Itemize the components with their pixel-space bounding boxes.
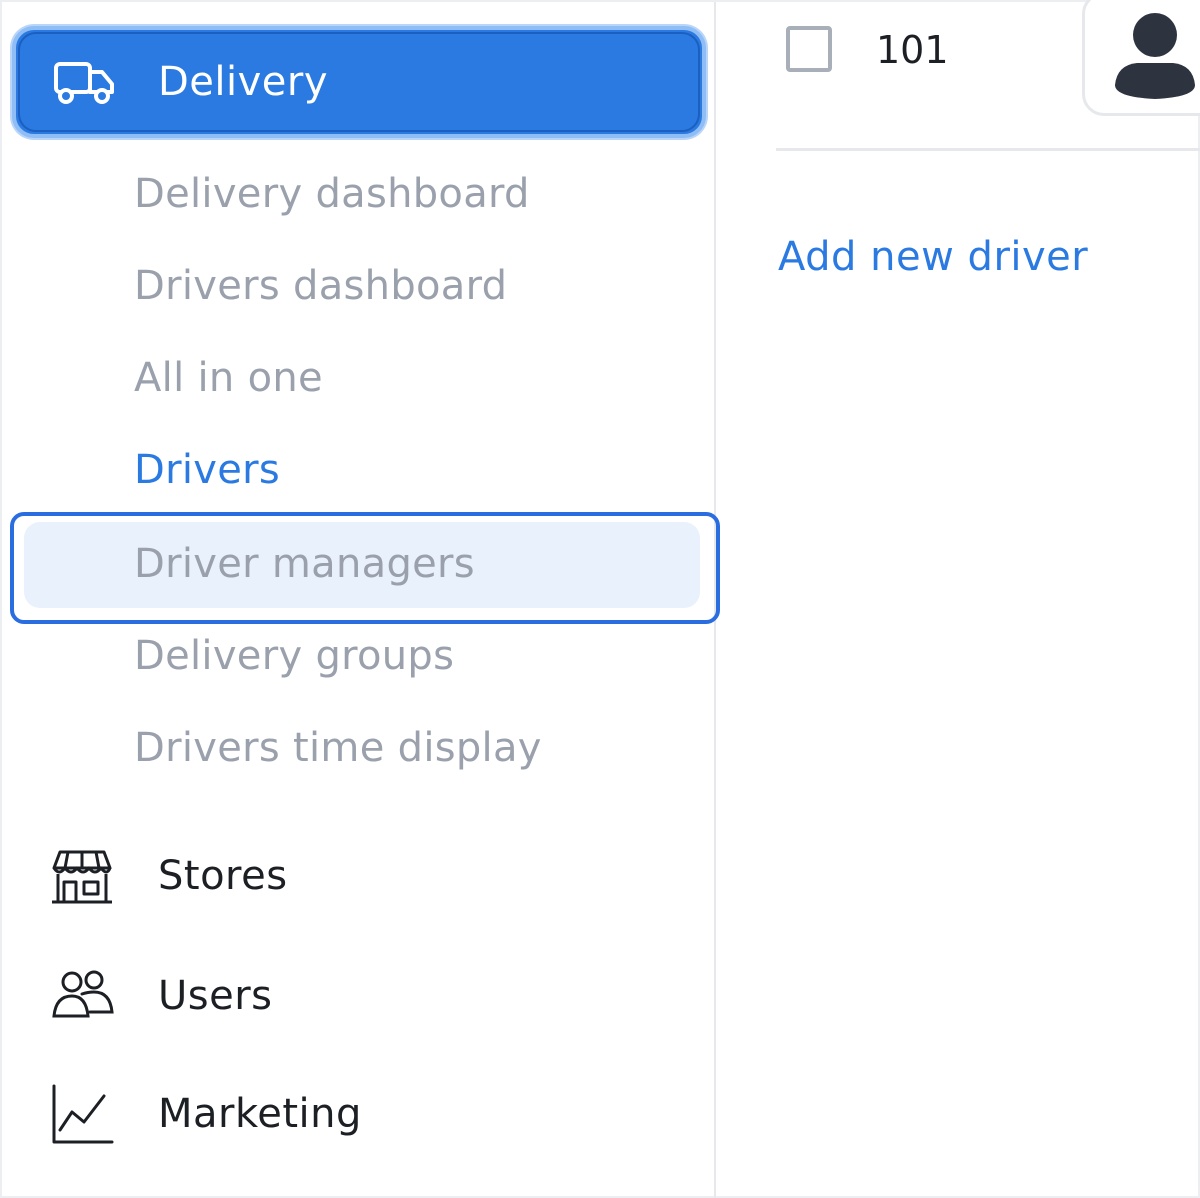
subnav-item-drivers-dashboard[interactable]: Drivers dashboard (134, 262, 507, 310)
sidebar-item-stores[interactable]: Stores (50, 844, 287, 908)
sidebar-item-users[interactable]: Users (50, 964, 272, 1028)
sidebar-item-delivery[interactable]: Delivery (12, 26, 706, 138)
chart-line-icon (52, 1084, 114, 1144)
divider (776, 148, 1200, 151)
subnav-item-delivery-groups[interactable]: Delivery groups (134, 632, 454, 680)
truck-icon (54, 62, 114, 104)
avatar[interactable] (1082, 0, 1200, 116)
user-avatar-icon (1115, 13, 1195, 99)
add-new-driver-link[interactable]: Add new driver (778, 234, 1088, 280)
subnav-item-drivers[interactable]: Drivers (134, 446, 280, 494)
sidebar-item-users-label: Users (158, 973, 273, 1019)
subnav-item-delivery-dashboard[interactable]: Delivery dashboard (134, 170, 530, 218)
subnav-item-driver-managers[interactable]: Driver managers (10, 512, 720, 624)
row-checkbox[interactable] (786, 26, 832, 72)
sidebar-item-delivery-label: Delivery (158, 59, 329, 105)
subnav-item-drivers-time-display[interactable]: Drivers time display (134, 724, 542, 772)
row-number: 101 (876, 28, 949, 72)
users-icon (52, 970, 114, 1018)
sidebar-item-marketing[interactable]: Marketing (50, 1082, 361, 1146)
page: Delivery Delivery dashboard Drivers dash… (0, 0, 1200, 1198)
store-icon (52, 850, 112, 904)
subnav-item-all-in-one[interactable]: All in one (134, 354, 323, 402)
main-content: 101 Add new driver (716, 0, 1200, 1198)
sidebar-item-marketing-label: Marketing (158, 1091, 362, 1137)
subnav-item-driver-managers-label: Driver managers (134, 541, 475, 587)
sidebar-item-stores-label: Stores (158, 853, 288, 899)
sidebar: Delivery Delivery dashboard Drivers dash… (2, 2, 720, 1198)
